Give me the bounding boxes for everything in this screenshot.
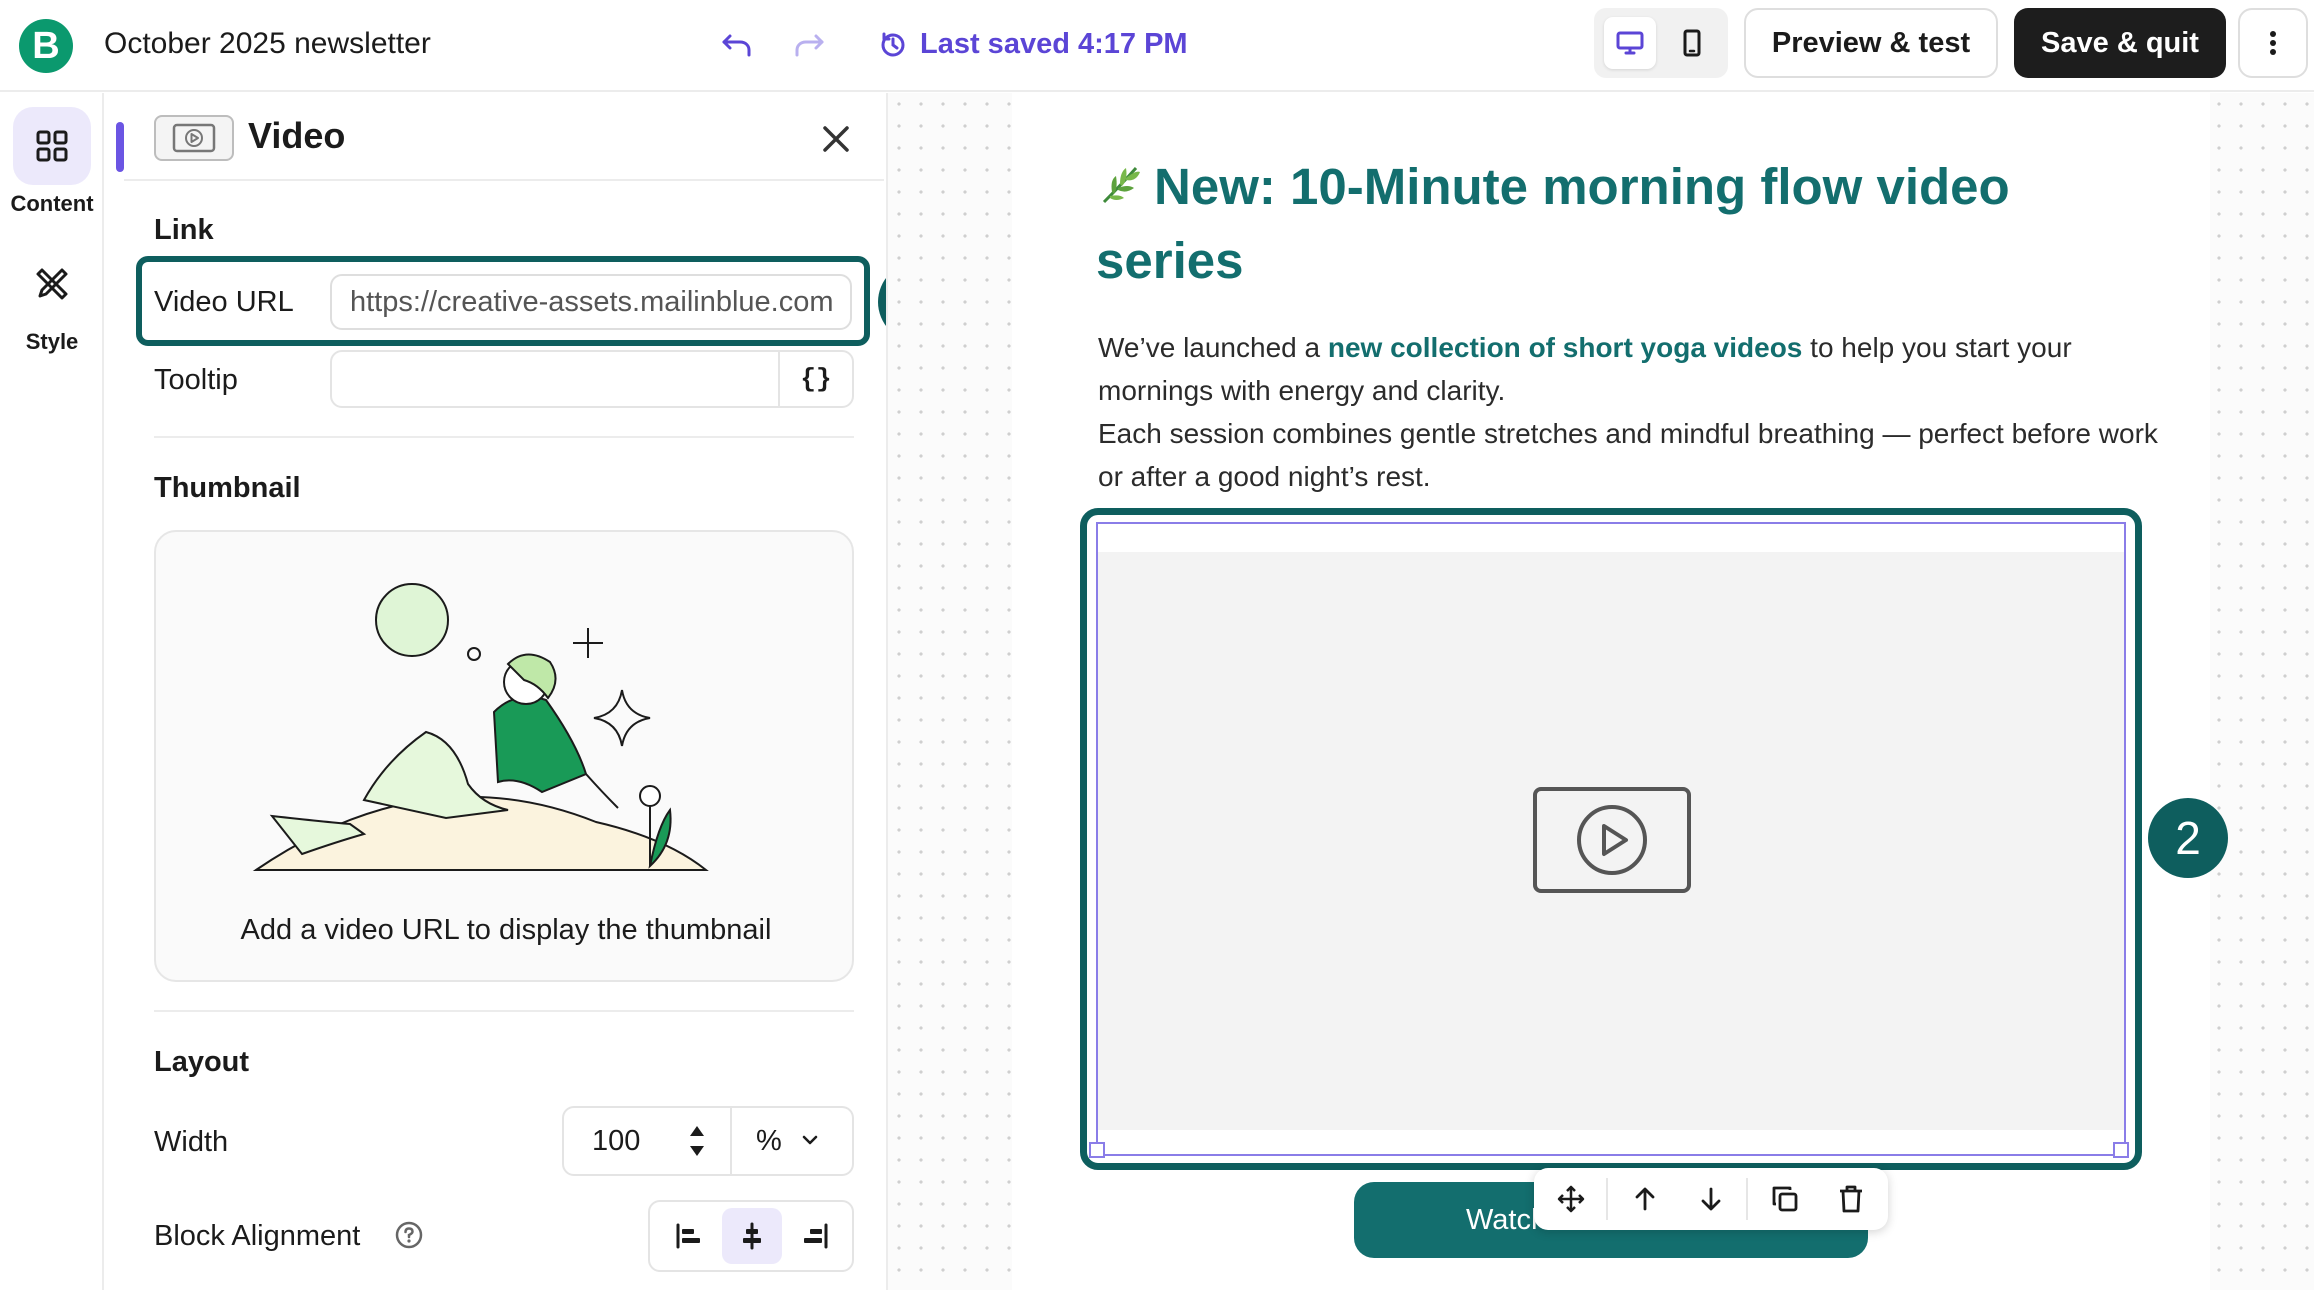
move-block-button[interactable] xyxy=(1546,1174,1596,1224)
close-icon xyxy=(823,126,849,152)
more-options-button[interactable] xyxy=(2238,8,2308,78)
rail-item-style[interactable]: Style xyxy=(0,245,104,355)
move-down-button[interactable] xyxy=(1686,1174,1736,1224)
panel-title: Video xyxy=(248,115,346,156)
block-alignment-label: Block Alignment xyxy=(154,1220,361,1252)
align-right-button[interactable] xyxy=(786,1208,846,1264)
align-right-icon xyxy=(804,1223,828,1249)
duplicate-block-button[interactable] xyxy=(1760,1174,1810,1224)
undo-button[interactable] xyxy=(716,22,760,66)
stepper-arrows-icon[interactable] xyxy=(682,1118,712,1164)
thumbnail-caption: Add a video URL to display the thumbnail xyxy=(240,914,772,946)
desktop-icon xyxy=(1616,31,1644,55)
device-toggle xyxy=(1594,8,1728,78)
chevron-down-icon xyxy=(802,1135,818,1145)
paragraph-text: We’ve launched a xyxy=(1098,332,1328,363)
tooltip-input[interactable]: {} xyxy=(330,350,854,408)
email-paragraph[interactable]: We’ve launched a new collection of short… xyxy=(1098,326,2158,498)
save-quit-button[interactable]: Save & quit xyxy=(2014,8,2226,78)
top-bar: B October 2025 newsletter Last saved 4:1… xyxy=(0,0,2314,92)
relaxing-person-illustration xyxy=(252,583,709,871)
brand-logo[interactable]: B xyxy=(19,19,73,73)
close-panel-button[interactable] xyxy=(810,113,862,165)
delete-block-button[interactable] xyxy=(1826,1174,1876,1224)
tooltip-label: Tooltip xyxy=(154,364,238,396)
section-title-link: Link xyxy=(154,214,214,246)
divider xyxy=(154,436,854,438)
paragraph-link[interactable]: new collection of short yoga videos xyxy=(1328,332,1803,363)
herb-icon xyxy=(1102,167,1140,204)
mobile-view-button[interactable] xyxy=(1666,17,1718,69)
email-headline[interactable]: New: 10-Minute morning flow video series xyxy=(1096,150,2056,298)
insert-variable-button[interactable]: {} xyxy=(778,352,852,406)
video-block-highlight xyxy=(1080,508,2142,1170)
rail-item-content[interactable]: Content xyxy=(0,107,104,217)
arrow-up-icon xyxy=(1635,1187,1655,1211)
grid-icon xyxy=(13,107,91,185)
redo-icon xyxy=(795,34,824,57)
rail-label-style: Style xyxy=(25,329,79,354)
width-label: Width xyxy=(154,1126,229,1158)
email-headline-text: New: 10-Minute morning flow video series xyxy=(1096,158,2010,289)
redo-button[interactable] xyxy=(786,22,830,66)
align-center-button[interactable] xyxy=(722,1208,782,1264)
section-title-thumbnail: Thumbnail xyxy=(154,472,301,504)
resize-handle[interactable] xyxy=(1089,1142,1105,1158)
thumbnail-placeholder: Add a video URL to display the thumbnail xyxy=(154,530,854,982)
align-center-icon xyxy=(743,1222,761,1250)
more-vertical-icon xyxy=(2270,31,2276,55)
width-unit-select[interactable]: % xyxy=(730,1106,854,1176)
align-left-button[interactable] xyxy=(658,1208,718,1264)
preview-test-button[interactable]: Preview & test xyxy=(1744,8,1998,78)
trash-icon xyxy=(1840,1185,1862,1213)
save-status[interactable]: Last saved 4:17 PM xyxy=(878,22,1188,66)
block-alignment-group xyxy=(648,1200,854,1272)
mobile-icon xyxy=(1683,29,1701,57)
document-title[interactable]: October 2025 newsletter xyxy=(104,24,431,64)
block-toolbar xyxy=(1534,1168,1888,1230)
brush-ruler-icon xyxy=(13,245,91,323)
arrow-down-icon xyxy=(1701,1187,1721,1211)
step-badge-2: 2 xyxy=(2148,798,2228,878)
toolbar-separator xyxy=(1606,1178,1608,1220)
video-url-highlight xyxy=(136,256,870,346)
divider xyxy=(154,1010,854,1012)
duplicate-icon xyxy=(1772,1186,1798,1212)
move-up-button[interactable] xyxy=(1620,1174,1670,1224)
align-left-icon xyxy=(676,1223,700,1249)
paragraph-text: Each session combines gentle stretches a… xyxy=(1098,418,2158,492)
desktop-view-button[interactable] xyxy=(1604,17,1656,69)
panel-collapse-handle[interactable] xyxy=(116,122,124,172)
undo-icon xyxy=(722,34,751,57)
history-icon xyxy=(881,32,905,57)
panel-header: Video xyxy=(124,93,884,181)
section-title-layout: Layout xyxy=(154,1046,250,1078)
left-rail: Content Style xyxy=(0,93,104,1290)
help-icon[interactable] xyxy=(394,1220,424,1250)
video-block-icon xyxy=(154,115,234,161)
move-icon xyxy=(1557,1185,1585,1213)
rail-label-content: Content xyxy=(10,191,94,216)
last-saved-text: Last saved 4:17 PM xyxy=(920,27,1188,60)
resize-handle[interactable] xyxy=(2113,1142,2129,1158)
toolbar-separator xyxy=(1746,1178,1748,1220)
